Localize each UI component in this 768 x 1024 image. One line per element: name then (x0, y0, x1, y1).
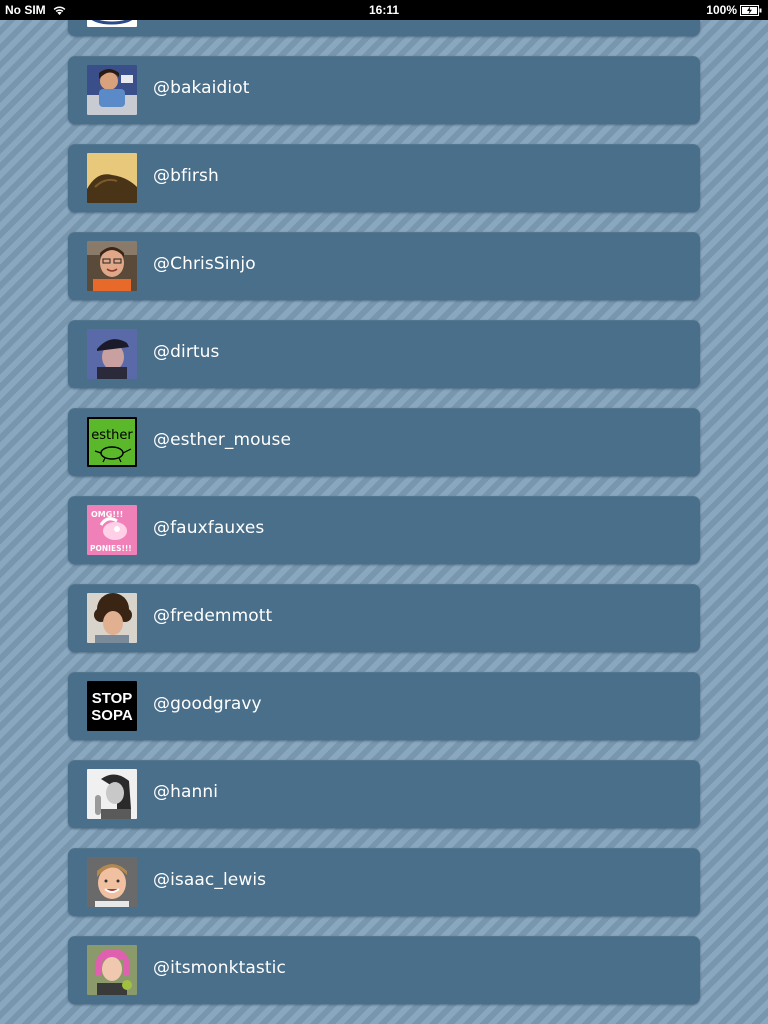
smiling-young-man-avatar (87, 857, 137, 907)
svg-text:SOPA: SOPA (91, 707, 133, 724)
battery-charging-icon (740, 4, 762, 16)
person-photo-avatar (87, 65, 137, 115)
svg-text:esther: esther (91, 428, 133, 443)
pink-hair-woman-avatar (87, 945, 137, 995)
battery-percentage: 100% (706, 3, 737, 17)
list-item[interactable]: @fredemmott (68, 584, 700, 652)
clock: 16:11 (368, 3, 400, 17)
status-right: 100% (706, 3, 762, 17)
list-item[interactable]: @isaac_lewis (68, 848, 700, 916)
list-item[interactable]: @itsmonktastic (68, 936, 700, 1004)
user-handle: @goodgravy (153, 694, 262, 714)
list-item[interactable]: @hanni (68, 760, 700, 828)
user-handle: @bakaidiot (153, 78, 250, 98)
content-area[interactable]: @bakaidiot @bfirsh @ChrisSinjo @dirtus e… (0, 20, 768, 1024)
user-handle: @hanni (153, 782, 219, 802)
user-handle: @ChrisSinjo (153, 254, 256, 274)
user-handle: @fauxfauxes (153, 518, 265, 538)
user-handle: @esther_mouse (153, 430, 292, 450)
user-list: @bakaidiot @bfirsh @ChrisSinjo @dirtus e… (68, 20, 700, 1024)
user-handle: @itsmonktastic (153, 958, 286, 978)
list-item[interactable]: @dirtus (68, 320, 700, 388)
user-handle: @fredemmott (153, 606, 273, 626)
list-item[interactable]: esther @esther_mouse (68, 408, 700, 476)
partial-logo-avatar (87, 20, 137, 27)
smiling-man-avatar (87, 241, 137, 291)
list-item[interactable]: @bfirsh (68, 144, 700, 212)
status-bar: No SIM 16:11 100% (0, 0, 768, 20)
user-handle: @dirtus (153, 342, 220, 362)
stop-sopa-avatar: STOP SOPA (87, 681, 137, 731)
man-with-cap-avatar (87, 329, 137, 379)
pink-omg-ponies-avatar: OMG!!! PONIES!!! (87, 505, 137, 555)
green-esther-logo-avatar: esther (87, 417, 137, 467)
svg-text:STOP: STOP (92, 690, 133, 707)
user-handle: @isaac_lewis (153, 870, 267, 890)
hair-closeup-avatar (87, 153, 137, 203)
list-item[interactable]: @bakaidiot (68, 56, 700, 124)
list-item[interactable]: @ChrisSinjo (68, 232, 700, 300)
black-white-woman-avatar (87, 769, 137, 819)
list-item[interactable]: STOP SOPA @goodgravy (68, 672, 700, 740)
list-item[interactable] (68, 20, 700, 36)
curly-hair-man-avatar (87, 593, 137, 643)
user-handle: @bfirsh (153, 166, 219, 186)
svg-text:PONIES!!!: PONIES!!! (90, 544, 132, 553)
list-item[interactable]: OMG!!! PONIES!!! @fauxfauxes (68, 496, 700, 564)
